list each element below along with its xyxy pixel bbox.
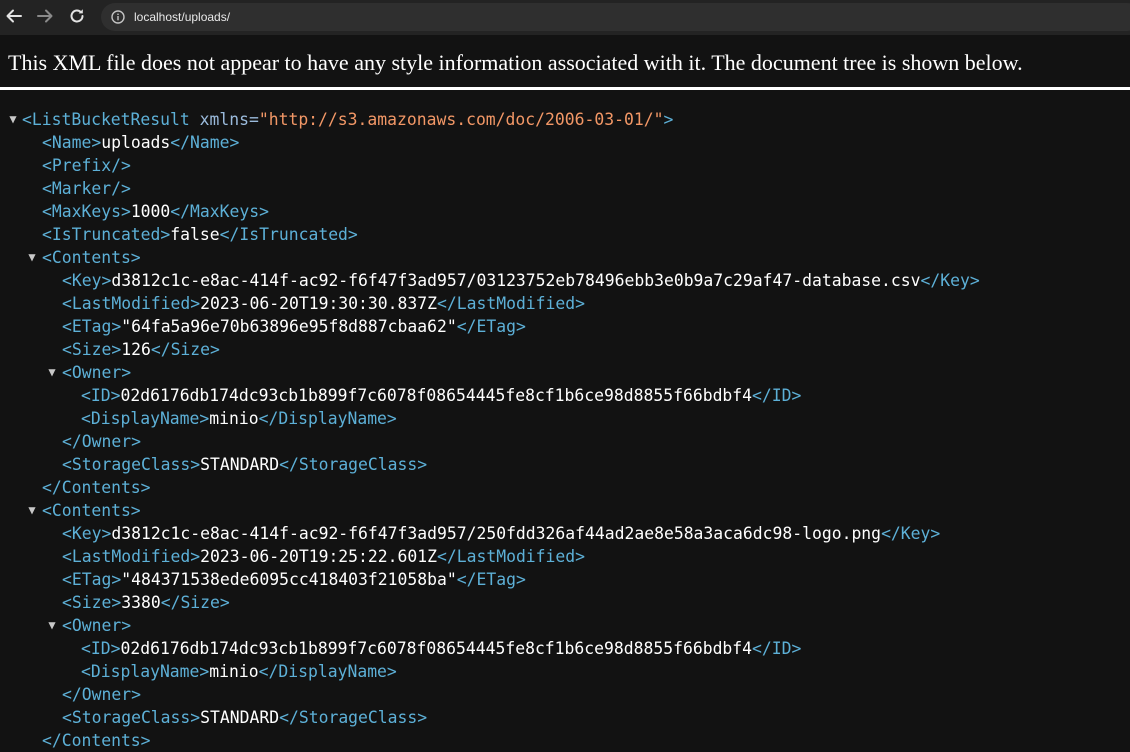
- info-icon[interactable]: [111, 10, 125, 24]
- xml-line-size: <Size>126</Size>: [62, 340, 220, 359]
- collapse-toggle-icon[interactable]: ▼: [45, 361, 59, 384]
- xml-line-key: <Key>d3812c1c-e8ac-414f-ac92-f6f47f3ad95…: [62, 271, 980, 290]
- xml-line-maxkeys: <MaxKeys>1000</MaxKeys>: [42, 202, 269, 221]
- collapse-toggle-icon[interactable]: ▼: [25, 246, 39, 269]
- xml-line-storageclass: <StorageClass>STANDARD</StorageClass>: [62, 708, 428, 727]
- browser-toolbar: localhost/uploads/: [0, 0, 1130, 35]
- xml-line-name: <Name>uploads</Name>: [42, 133, 240, 152]
- url-text[interactable]: localhost/uploads/: [134, 10, 230, 24]
- back-arrow-icon[interactable]: [3, 5, 25, 27]
- xml-line-owner-close: </Owner>: [62, 685, 141, 704]
- xml-line-display-name: <DisplayName>minio</DisplayName>: [81, 409, 397, 428]
- address-bar[interactable]: localhost/uploads/: [101, 3, 1130, 31]
- collapse-toggle-icon[interactable]: ▼: [45, 614, 59, 637]
- collapse-toggle-icon[interactable]: ▼: [25, 499, 39, 522]
- xml-line-etag: <ETag>"64fa5a96e70b63896e95f8d887cbaa62"…: [62, 317, 526, 336]
- xml-line-lastmodified: <LastModified>2023-06-20T19:30:30.837Z</…: [62, 294, 586, 313]
- collapse-toggle-icon[interactable]: ▼: [6, 108, 20, 131]
- xml-line-etag: <ETag>"484371538ede6095cc418403f21058ba"…: [62, 570, 526, 589]
- xml-line-marker: <Marker/>: [42, 179, 131, 198]
- notice-divider: [0, 87, 1130, 90]
- xml-line-storageclass: <StorageClass>STANDARD</StorageClass>: [62, 455, 428, 474]
- xml-line-lastmodified: <LastModified>2023-06-20T19:25:22.601Z</…: [62, 547, 586, 566]
- forward-arrow-icon[interactable]: [34, 5, 56, 27]
- xml-line-key: <Key>d3812c1c-e8ac-414f-ac92-f6f47f3ad95…: [62, 524, 941, 543]
- xml-line-owner-id: <ID>02d6176db174dc93cb1b899f7c6078f08654…: [81, 386, 802, 405]
- xml-line-contents-close: </Contents>: [42, 478, 151, 497]
- xml-line-istruncated: <IsTruncated>false</IsTruncated>: [42, 225, 358, 244]
- bucket-name: uploads: [101, 133, 171, 152]
- object-key: d3812c1c-e8ac-414f-ac92-f6f47f3ad957/250…: [111, 524, 882, 543]
- xml-style-notice: This XML file does not appear to have an…: [8, 50, 1023, 75]
- xml-line-prefix: <Prefix/>: [42, 156, 131, 175]
- xml-line-owner-close: </Owner>: [62, 432, 141, 451]
- xml-line-contents-close: </Contents>: [42, 731, 151, 750]
- xml-line-owner-id: <ID>02d6176db174dc93cb1b899f7c6078f08654…: [81, 639, 802, 658]
- reload-icon[interactable]: [66, 5, 88, 27]
- xml-line-display-name: <DisplayName>minio</DisplayName>: [81, 662, 397, 681]
- object-key: d3812c1c-e8ac-414f-ac92-f6f47f3ad957/031…: [111, 271, 921, 290]
- xml-line-size: <Size>3380</Size>: [62, 593, 230, 612]
